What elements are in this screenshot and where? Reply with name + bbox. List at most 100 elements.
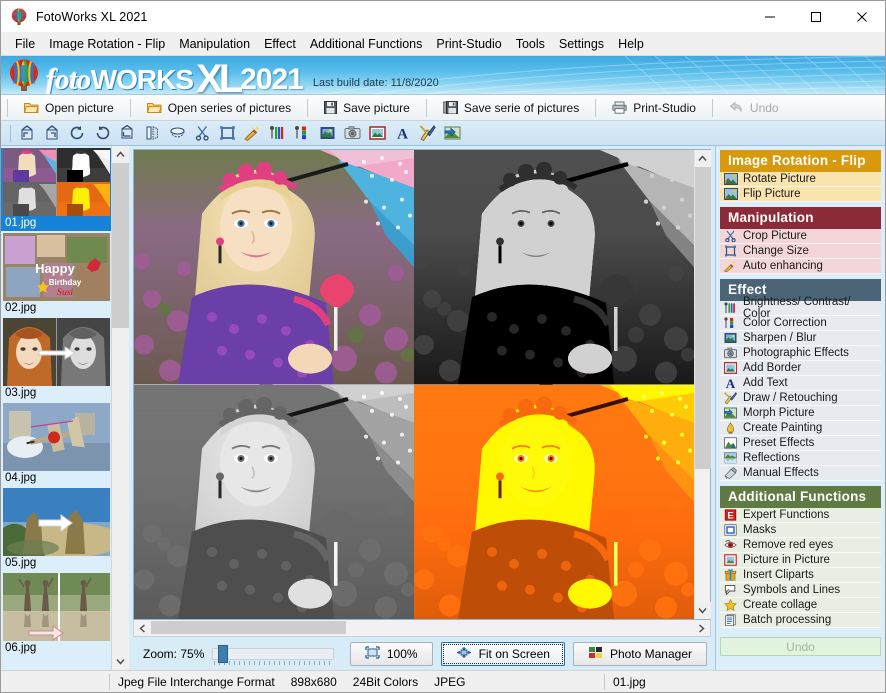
sidebar-item-flip-picture[interactable]: Flip Picture bbox=[720, 187, 881, 202]
thumbnail-label: 03.jpg bbox=[1, 386, 111, 401]
scroll-up-icon[interactable] bbox=[695, 150, 711, 167]
window-controls bbox=[747, 1, 885, 32]
thumbnail-label: 04.jpg bbox=[1, 471, 111, 486]
sidebar-item-label: Picture in Picture bbox=[743, 554, 830, 566]
sidebar-item-change-size[interactable]: Change Size bbox=[720, 244, 881, 259]
sidebar-item-masks[interactable]: Masks bbox=[720, 523, 881, 538]
photo-manager-button[interactable]: Photo Manager bbox=[573, 642, 707, 666]
rotate-cw-icon[interactable] bbox=[90, 123, 114, 144]
scrollbar-thumb[interactable] bbox=[112, 163, 129, 328]
print-studio-button[interactable]: Print-Studio bbox=[600, 97, 708, 119]
sidebar-item-rotate-picture[interactable]: Rotate Picture bbox=[720, 172, 881, 187]
sidebar-item-crop-picture[interactable]: Crop Picture bbox=[720, 229, 881, 244]
resize-icon bbox=[723, 244, 738, 258]
thumbnail-item-06[interactable]: 06.jpg bbox=[1, 573, 111, 656]
canvas-pane: Zoom: 75% 100% Fit on S bbox=[129, 146, 715, 670]
sidebar-item-symbols-and-lines[interactable]: Symbols and Lines bbox=[720, 583, 881, 598]
sidebar-item-batch-processing[interactable]: Batch processing bbox=[720, 613, 881, 628]
menu-settings[interactable]: Settings bbox=[552, 34, 611, 54]
close-icon[interactable] bbox=[839, 1, 885, 32]
sidebar-item-create-painting[interactable]: Create Painting bbox=[720, 421, 881, 436]
sidebar-item-insert-cliparts[interactable]: Insert Cliparts bbox=[720, 568, 881, 583]
sidebar-item-manual-effects[interactable]: Manual Effects bbox=[720, 466, 881, 481]
maximize-icon[interactable] bbox=[793, 1, 839, 32]
scroll-down-icon[interactable] bbox=[695, 602, 711, 619]
brightness-contrast-icon[interactable] bbox=[265, 123, 289, 144]
sidebar-item-label: Sharpen / Blur bbox=[743, 332, 817, 344]
sidebar-item-remove-red-eyes[interactable]: Remove red eyes bbox=[720, 538, 881, 553]
fit-on-screen-button[interactable]: Fit on Screen bbox=[441, 642, 565, 666]
scrollbar-thumb[interactable] bbox=[151, 621, 346, 634]
color-correction-icon[interactable] bbox=[290, 123, 314, 144]
photographic-effects-icon[interactable] bbox=[340, 123, 364, 144]
thumbnail-scrollbar[interactable] bbox=[111, 146, 128, 670]
rotate-left-icon[interactable] bbox=[15, 123, 39, 144]
sidebar-item-picture-in-picture[interactable]: Picture in Picture bbox=[720, 553, 881, 568]
crop-scissors-icon[interactable] bbox=[190, 123, 214, 144]
sidebar-item-preset-effects[interactable]: Preset Effects bbox=[720, 436, 881, 451]
thumbnail-item-05[interactable]: 05.jpg bbox=[1, 488, 111, 571]
add-border-icon[interactable] bbox=[365, 123, 389, 144]
menu-image-rotation-flip[interactable]: Image Rotation - Flip bbox=[42, 34, 172, 54]
zoom-slider-track[interactable] bbox=[212, 648, 334, 660]
rotate-right-icon[interactable] bbox=[40, 123, 64, 144]
sidebar-item-create-collage[interactable]: Create collage bbox=[720, 598, 881, 613]
thumbnail-list[interactable]: 01.jpg Happy bbox=[1, 146, 111, 670]
image-canvas[interactable] bbox=[133, 149, 711, 620]
scroll-right-icon[interactable] bbox=[693, 620, 710, 636]
menu-manipulation[interactable]: Manipulation bbox=[172, 34, 257, 54]
sidebar-item-expert-functions[interactable]: E Expert Functions bbox=[720, 508, 881, 523]
rotate-ccw-icon[interactable] bbox=[65, 123, 89, 144]
canvas-vertical-scrollbar[interactable] bbox=[694, 150, 710, 619]
scroll-up-icon[interactable] bbox=[112, 146, 129, 163]
brush-pencil-icon bbox=[723, 391, 738, 405]
thumbnail-item-01[interactable]: 01.jpg bbox=[1, 148, 111, 231]
image-viewport[interactable] bbox=[134, 150, 694, 619]
minimize-icon[interactable] bbox=[747, 1, 793, 32]
change-size-icon[interactable] bbox=[215, 123, 239, 144]
mirror-icon[interactable] bbox=[165, 123, 189, 144]
zoom-slider-handle[interactable] bbox=[218, 645, 228, 663]
canvas-horizontal-scrollbar[interactable] bbox=[133, 620, 711, 637]
scrollbar-track[interactable] bbox=[112, 328, 129, 653]
sidebar-item-add-text[interactable]: A Add Text bbox=[720, 376, 881, 391]
sidebar-item-morph-picture[interactable]: Morph Picture bbox=[720, 406, 881, 421]
menu-additional-functions[interactable]: Additional Functions bbox=[303, 34, 430, 54]
sidebar-undo-button[interactable]: Undo bbox=[720, 637, 881, 656]
add-text-icon[interactable]: A bbox=[390, 123, 414, 144]
scrollbar-thumb[interactable] bbox=[695, 167, 711, 469]
undo-toolbar-button[interactable]: Undo bbox=[717, 97, 791, 119]
menu-print-studio[interactable]: Print-Studio bbox=[429, 34, 508, 54]
thumbnail-item-02[interactable]: Happy Birthday Susi 02.jpg bbox=[1, 233, 111, 316]
menu-help[interactable]: Help bbox=[611, 34, 651, 54]
menu-file[interactable]: File bbox=[8, 34, 42, 54]
menu-effect[interactable]: Effect bbox=[257, 34, 303, 54]
scrollbar-track[interactable] bbox=[695, 469, 711, 602]
scroll-down-icon[interactable] bbox=[112, 653, 129, 670]
sidebar-item-brightness-contrast-color[interactable]: Brightness/ Contrast/ Color bbox=[720, 301, 881, 316]
draw-retouch-icon[interactable] bbox=[415, 123, 439, 144]
menu-tools[interactable]: Tools bbox=[509, 34, 552, 54]
thumbnail-item-04[interactable]: 04.jpg bbox=[1, 403, 111, 486]
sidebar-item-photographic-effects[interactable]: Photographic Effects bbox=[720, 346, 881, 361]
sidebar-item-label: Masks bbox=[743, 524, 776, 536]
sidebar-item-auto-enhancing[interactable]: Auto enhancing bbox=[720, 259, 881, 274]
zoom-100-button[interactable]: 100% bbox=[350, 642, 433, 666]
sidebar-item-add-border[interactable]: Add Border bbox=[720, 361, 881, 376]
sharpen-blur-icon[interactable] bbox=[315, 123, 339, 144]
sidebar-item-sharpen-blur[interactable]: Sharpen / Blur bbox=[720, 331, 881, 346]
flip-horizontal-icon[interactable] bbox=[140, 123, 164, 144]
thumbnail-item-03[interactable]: 03.jpg bbox=[1, 318, 111, 401]
open-picture-button[interactable]: Open picture bbox=[12, 97, 126, 119]
open-series-button[interactable]: Open series of pictures bbox=[135, 97, 303, 119]
sidebar-item-reflections[interactable]: Reflections bbox=[720, 451, 881, 466]
save-picture-button[interactable]: Save picture bbox=[312, 97, 422, 119]
scroll-left-icon[interactable] bbox=[134, 620, 151, 636]
morph-picture-icon[interactable] bbox=[440, 123, 464, 144]
flip-vertical-icon[interactable] bbox=[115, 123, 139, 144]
auto-enhance-wand-icon[interactable] bbox=[240, 123, 264, 144]
zoom-slider[interactable] bbox=[212, 644, 334, 664]
scrollbar-track[interactable] bbox=[151, 620, 693, 636]
save-series-button[interactable]: Save serie of pictures bbox=[431, 97, 591, 119]
sidebar-item-draw-retouching[interactable]: Draw / Retouching bbox=[720, 391, 881, 406]
